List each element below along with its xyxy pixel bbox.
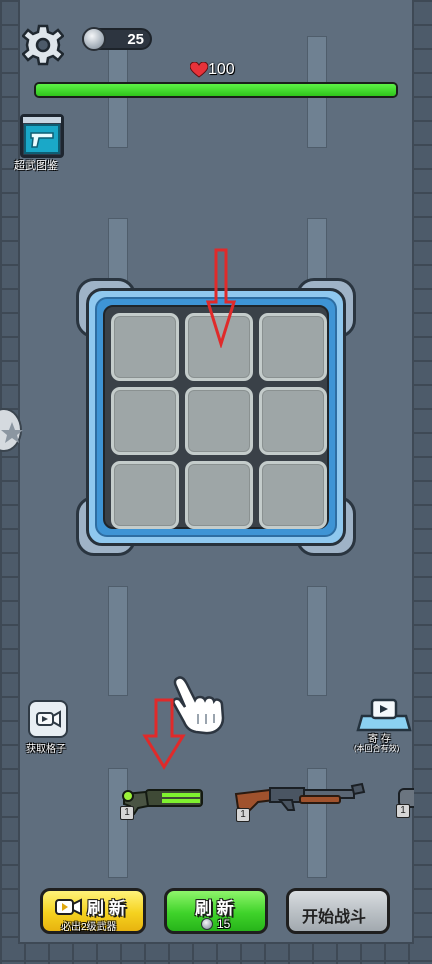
hp-bar [34,82,398,98]
video-ad-icon [55,898,82,916]
coin-count: 25 [127,31,144,48]
weapon-slot[interactable]: 1 [234,778,366,824]
ad-refresh-button[interactable]: 刷 新 必出2级武器 [40,888,146,934]
grid-cell[interactable] [259,313,327,381]
floor-lane [108,586,128,696]
start-battle-label: 开始战斗 [302,909,367,926]
coin-icon [82,27,106,51]
grid-cell[interactable] [259,461,327,529]
get-grid-label: 获取格子 [26,744,66,755]
floor-lane [307,586,327,696]
collection-label: 超武图鉴 [14,160,58,172]
ad-refresh-sub: 必出2级武器 [61,922,117,933]
grid-cell[interactable] [111,313,179,381]
down-arrow-icon [206,248,236,348]
ad-refresh-label: 刷 新 [87,899,126,918]
get-grid-button[interactable] [28,700,68,738]
refresh-label: 刷 新 [195,899,234,918]
grid-cell[interactable] [185,461,253,529]
heart-icon [190,62,208,78]
storage-note: (本回合有效) [354,744,400,753]
down-arrow-icon [142,698,186,770]
side-edge-badge[interactable] [0,408,23,452]
grid-cell[interactable] [111,387,179,455]
weapon-collection-button[interactable] [20,114,64,158]
start-battle-button[interactable]: 开始战斗 [286,888,390,934]
hp-value: 100 [208,61,235,78]
storage-tray-icon [356,698,412,732]
grid-cell[interactable] [259,387,327,455]
storage-button[interactable] [356,696,412,734]
coin-icon [201,918,213,930]
coin-counter: 25 [82,27,152,51]
grid-cell[interactable] [185,387,253,455]
refresh-button[interactable]: 刷 新 15 [164,888,268,934]
refresh-cost: 15 [217,917,231,931]
gear-icon [21,24,65,66]
video-ad-icon [36,710,61,728]
grid-cell[interactable] [111,461,179,529]
weapon-slot[interactable]: 1 [118,784,208,824]
weapon-level-badge: 1 [396,804,410,818]
settings-button[interactable] [21,24,65,66]
pistol-icon [24,124,60,154]
hp-bar-fill [36,84,396,96]
weapon-level-badge: 1 [236,808,250,822]
weapon-level-badge: 1 [120,806,134,820]
weapon-slot[interactable]: 1 [394,786,414,822]
shotgun-icon [234,782,366,814]
star-icon [1,422,23,443]
